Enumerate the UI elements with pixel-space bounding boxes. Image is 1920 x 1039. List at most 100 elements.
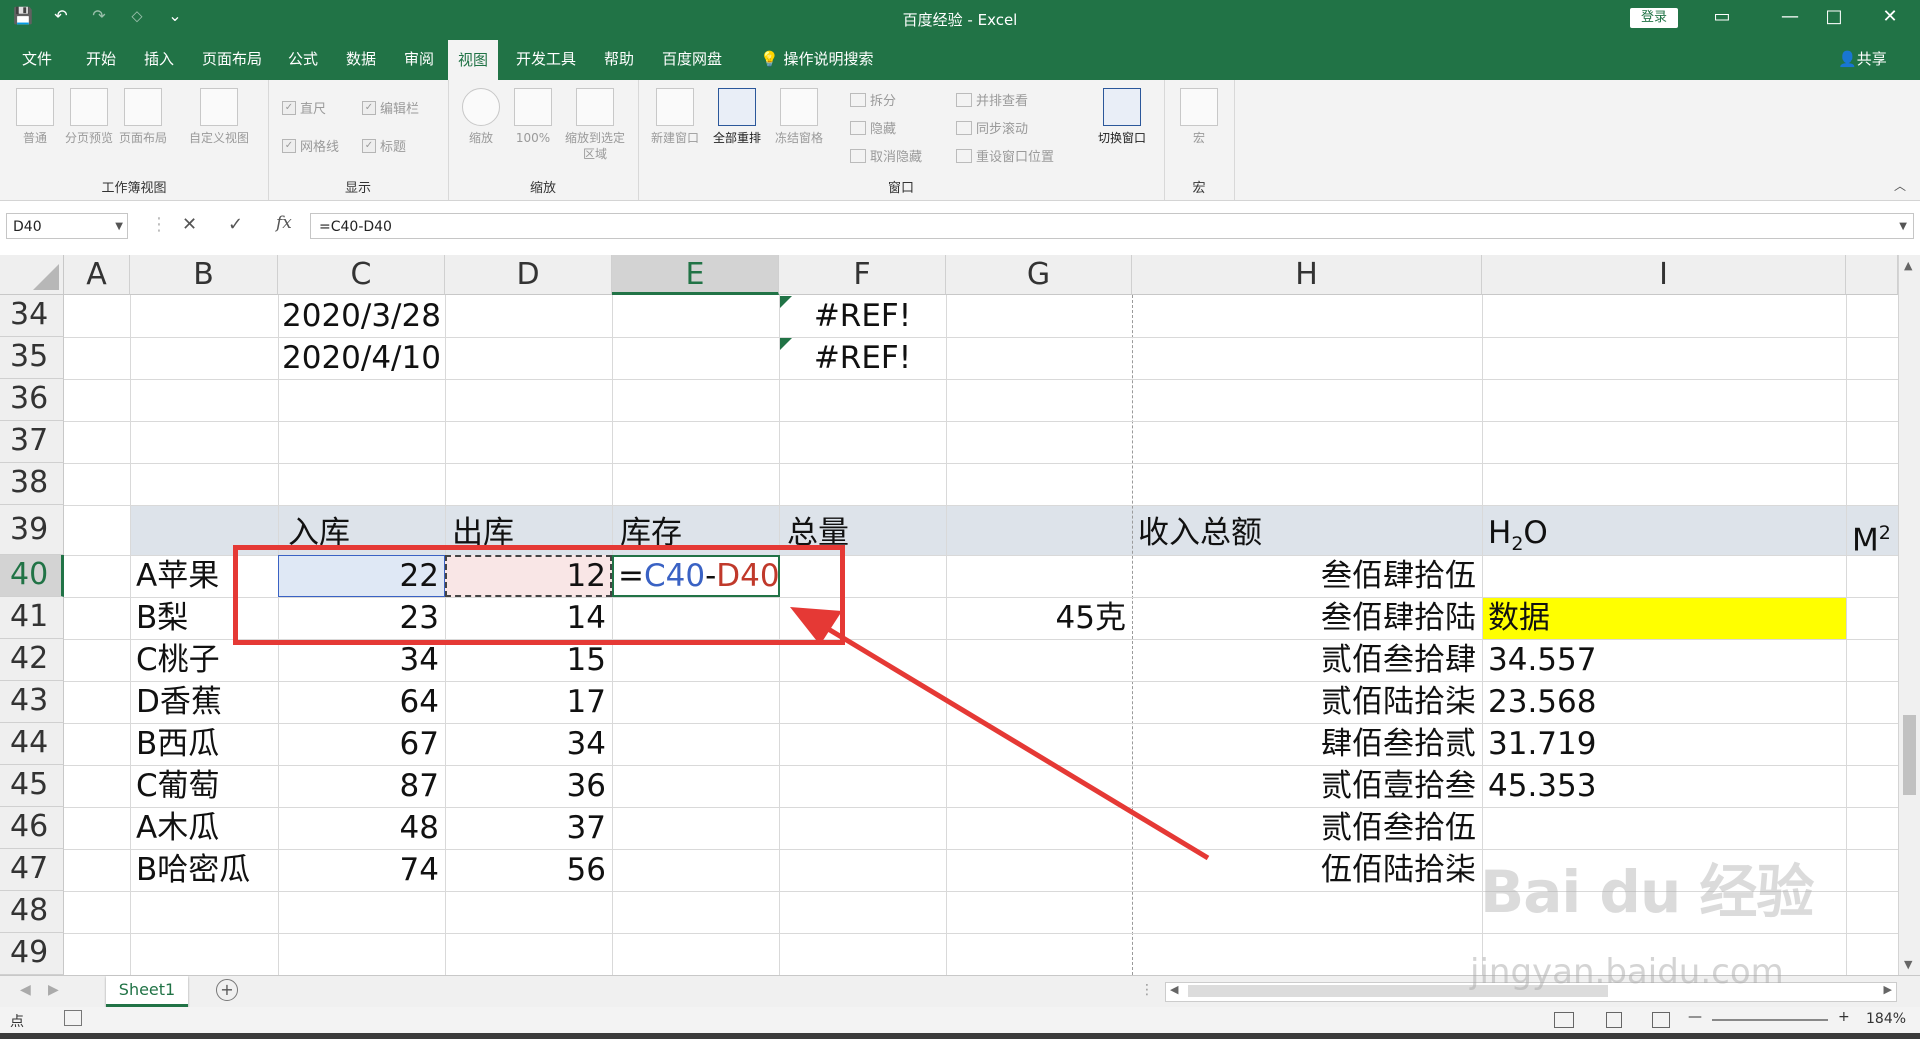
name-box[interactable]: D40 ▼ xyxy=(6,213,128,239)
zoom-out-icon[interactable]: — xyxy=(1688,1009,1702,1025)
ribbon-view: 普通 分页预览 页面布局 自定义视图 工作簿视图 ✓ 直尺 ✓ 编辑栏 ✓ 网格线 ✓… xyxy=(0,80,1920,201)
headings-checkbox[interactable]: ✓ 标题 xyxy=(362,136,406,155)
tab-home[interactable]: 开始 xyxy=(76,38,126,80)
zoom-100-icon xyxy=(514,88,552,126)
normal-view-icon xyxy=(16,88,54,126)
collapse-ribbon-icon[interactable]: ︿ xyxy=(1894,177,1906,194)
scroll-left-icon[interactable]: ◀ xyxy=(1170,983,1178,996)
zoom-in-icon[interactable]: + xyxy=(1838,1009,1850,1025)
zoom-to-selection-button[interactable]: 缩放到选定区域 xyxy=(560,88,630,162)
tab-data[interactable]: 数据 xyxy=(336,38,386,80)
chevron-down-icon[interactable]: ▼ xyxy=(115,214,123,240)
scroll-right-icon[interactable]: ▶ xyxy=(1884,983,1892,996)
scroll-down-icon[interactable]: ▼ xyxy=(1904,958,1912,971)
zoom-slider[interactable] xyxy=(1712,1019,1828,1021)
tell-me-search[interactable]: 💡 操作说明搜索 xyxy=(750,38,883,80)
formula-input[interactable]: =C40-D40 ▼ xyxy=(310,213,1914,239)
arrange-all-button[interactable]: 全部重排 xyxy=(708,88,766,146)
normal-view-button[interactable]: 普通 xyxy=(6,88,64,146)
magnifier-icon xyxy=(462,88,500,126)
maximize-icon[interactable]: □ xyxy=(1814,6,1854,27)
tab-help[interactable]: 帮助 xyxy=(594,38,644,80)
gridlines-checkbox[interactable]: ✓ 网格线 xyxy=(282,136,339,155)
zoom-level[interactable]: 184% xyxy=(1866,1011,1906,1027)
macro-icon xyxy=(1180,88,1218,126)
group-workbook-views: 普通 分页预览 页面布局 自定义视图 工作簿视图 xyxy=(0,80,269,200)
ruler-checkbox[interactable]: ✓ 直尺 xyxy=(282,98,326,117)
add-sheet-icon[interactable]: + xyxy=(216,979,238,1001)
tab-developer[interactable]: 开发工具 xyxy=(506,38,586,80)
prev-sheet-icon[interactable]: ◀ xyxy=(20,982,31,998)
group-macros: 宏 宏 xyxy=(1164,80,1235,200)
zoom-button[interactable]: 缩放 xyxy=(456,88,506,146)
insert-function-icon[interactable]: fx xyxy=(276,213,292,233)
group-label: 窗口 xyxy=(887,181,914,196)
page-break-preview-button[interactable]: 分页预览 xyxy=(60,88,118,146)
sync-scroll-icon xyxy=(956,120,972,135)
group-label: 工作簿视图 xyxy=(101,181,167,196)
tab-file[interactable]: 文件 xyxy=(12,38,62,80)
group-label: 缩放 xyxy=(529,181,556,196)
share-button[interactable]: 👤共享 xyxy=(1838,38,1887,80)
baidu-watermark-logo: Bai du 经验 xyxy=(1480,858,1814,926)
ribbon-display-options-icon[interactable]: ▭ xyxy=(1702,6,1742,27)
zoom-selection-icon xyxy=(576,88,614,126)
scroll-up-icon[interactable]: ▲ xyxy=(1904,259,1912,272)
vertical-scrollbar[interactable]: ▲ ▼ xyxy=(1898,255,1920,975)
arrange-all-icon xyxy=(718,88,756,126)
sheet-tab-sheet1[interactable]: Sheet1 xyxy=(106,976,188,1007)
baidu-watermark-url: jingyan.baidu.com xyxy=(1470,952,1784,992)
page-break-status-icon[interactable] xyxy=(1652,1012,1670,1028)
macros-button[interactable]: 宏 xyxy=(1170,88,1228,146)
formula-bar-checkbox[interactable]: ✓ 编辑栏 xyxy=(362,98,419,117)
page-layout-view-button[interactable]: 页面布局 xyxy=(114,88,172,146)
freeze-panes-icon xyxy=(780,88,818,126)
status-bar: 点 — + 184% xyxy=(0,1007,1920,1033)
macro-record-icon[interactable] xyxy=(64,1010,82,1026)
switch-windows-button[interactable]: 切换窗口 xyxy=(1088,88,1156,146)
page-layout-status-icon[interactable] xyxy=(1606,1012,1622,1028)
hide-icon xyxy=(850,120,866,135)
group-zoom: 缩放 100% 缩放到选定区域 缩放 xyxy=(448,80,639,200)
login-button[interactable]: 登录 xyxy=(1630,8,1678,28)
ribbon-tabs: 文件 开始 插入 页面布局 公式 数据 审阅 视图 开发工具 帮助 百度网盘 💡… xyxy=(0,38,1920,80)
close-icon[interactable]: ✕ xyxy=(1870,6,1910,27)
next-sheet-icon[interactable]: ▶ xyxy=(48,982,59,998)
taskbar-strip xyxy=(0,1033,1920,1039)
switch-windows-icon xyxy=(1103,88,1141,126)
unhide-button[interactable]: 取消隐藏 xyxy=(850,146,922,165)
zoom-100-button[interactable]: 100% xyxy=(508,88,558,146)
enter-icon[interactable]: ✓ xyxy=(228,214,243,235)
new-window-button[interactable]: 新建窗口 xyxy=(646,88,704,146)
custom-views-button[interactable]: 自定义视图 xyxy=(180,88,258,146)
title-bar: 💾 ↶ ↷ ⬦ ⌄ 百度经验 - Excel 登录 ▭ — □ ✕ xyxy=(0,0,1920,38)
annotation-arrow-head xyxy=(790,607,842,645)
cancel-icon[interactable]: ✕ xyxy=(182,214,197,235)
page-break-icon xyxy=(70,88,108,126)
scroll-thumb[interactable] xyxy=(1903,715,1916,795)
split-icon xyxy=(850,92,866,107)
formula-bar: D40 ▼ ⋮ ✕ ✓ fx =C40-D40 ▼ xyxy=(0,210,1920,242)
checkbox-icon: ✓ xyxy=(362,138,376,153)
normal-view-status-icon[interactable] xyxy=(1554,1012,1574,1028)
split-button[interactable]: 拆分 xyxy=(850,90,896,109)
reset-window-position-button[interactable]: 重设窗口位置 xyxy=(956,146,1054,165)
tab-view[interactable]: 视图 xyxy=(448,38,499,80)
tab-baidu-netdisk[interactable]: 百度网盘 xyxy=(652,38,732,80)
expand-formula-bar-icon[interactable]: ▼ xyxy=(1899,214,1907,240)
tab-split-handle-icon[interactable]: ⋮ xyxy=(1140,982,1154,998)
freeze-panes-button[interactable]: 冻结窗格 xyxy=(770,88,828,146)
checkbox-icon: ✓ xyxy=(362,100,376,115)
group-label: 宏 xyxy=(1192,181,1206,196)
tab-review[interactable]: 审阅 xyxy=(394,38,444,80)
new-window-icon xyxy=(656,88,694,126)
tab-page-layout[interactable]: 页面布局 xyxy=(192,38,272,80)
hide-button[interactable]: 隐藏 xyxy=(850,118,896,137)
view-side-by-side-button[interactable]: 并排查看 xyxy=(956,90,1028,109)
synchronous-scrolling-button[interactable]: 同步滚动 xyxy=(956,118,1028,137)
status-mode: 点 xyxy=(10,1014,24,1030)
tab-insert[interactable]: 插入 xyxy=(134,38,184,80)
tab-formulas[interactable]: 公式 xyxy=(278,38,328,80)
minimize-icon[interactable]: — xyxy=(1770,6,1810,27)
page-layout-icon xyxy=(124,88,162,126)
